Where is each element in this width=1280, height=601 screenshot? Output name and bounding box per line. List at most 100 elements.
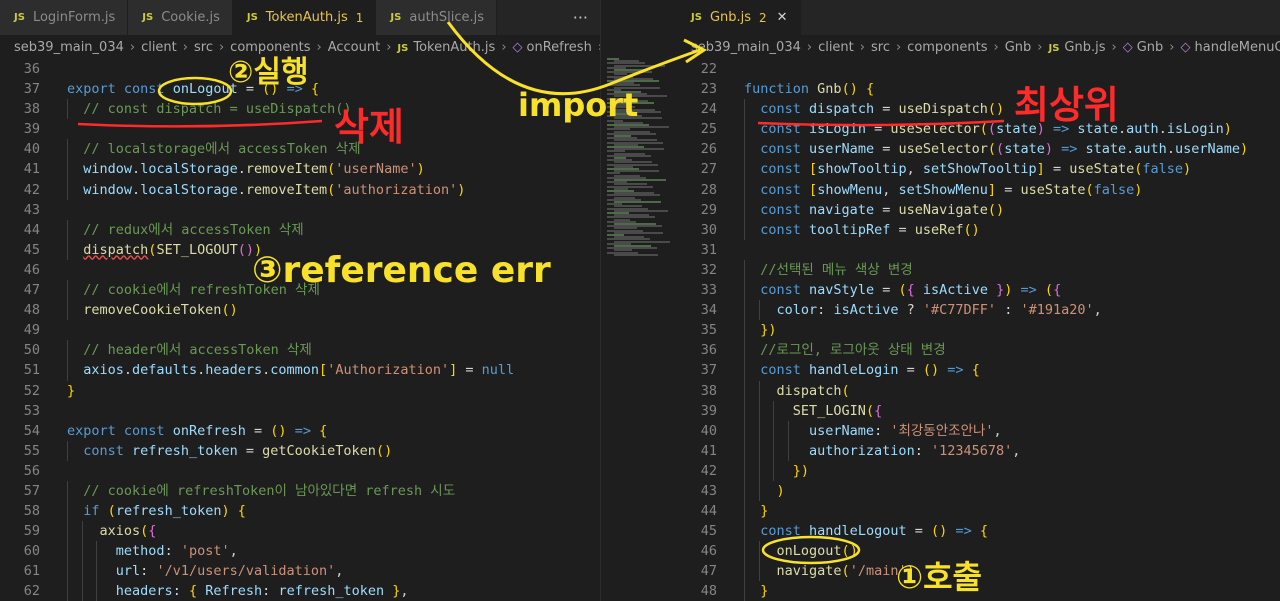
indent-guide (67, 179, 68, 200)
breadcrumb-item[interactable]: ◇ Gnb (1123, 40, 1164, 55)
code-line[interactable]: 45 const handleLogout = () => { (677, 521, 1280, 542)
code-line[interactable]: 43 (0, 200, 600, 220)
code-line[interactable]: 47 // cookie에서 refreshToken 삭제 (0, 280, 600, 301)
breadcrumb-item[interactable]: ◇ onRefresh (513, 40, 592, 55)
breadcrumb-item[interactable]: components (907, 40, 987, 55)
breadcrumb-item[interactable]: seb39_main_034 (14, 40, 124, 55)
code-line[interactable]: 61 url: '/v1/users/validation', (0, 561, 600, 582)
indent-guide (67, 219, 68, 240)
code-line[interactable]: 57 // cookie에 refreshToken이 남아있다면 refres… (0, 480, 600, 502)
code-line[interactable]: 40 userName: '최강동안조안나', (677, 420, 1280, 441)
code-line[interactable]: 55 const refresh_token = getCookieToken(… (0, 440, 600, 461)
code-line[interactable]: 56 (0, 461, 600, 481)
line-number: 46 (23, 261, 40, 278)
code-line[interactable]: 31 (677, 240, 1280, 260)
chevron-right-icon: › (501, 39, 507, 55)
code-line[interactable]: 48 } (677, 581, 1280, 601)
breadcrumb-item[interactable]: components (230, 40, 310, 55)
line-number: 36 (23, 61, 40, 77)
code-line[interactable]: 36 (0, 59, 600, 79)
code-line[interactable]: 33 const navStyle = ({ isActive }) => ({ (677, 280, 1280, 301)
editor-tab[interactable]: JS authSlice.js (376, 0, 498, 35)
breadcrumb-item[interactable]: client (141, 40, 177, 55)
code-line[interactable]: 22 (677, 59, 1280, 79)
code-line[interactable]: 43 ) (677, 480, 1280, 502)
code-line[interactable]: 47 navigate('/main') (677, 561, 1280, 582)
code-line[interactable]: 53 (0, 401, 600, 421)
more-actions-icon[interactable]: ··· (560, 0, 600, 35)
code-line[interactable]: 45 dispatch(SET_LOGOUT()) (0, 239, 600, 260)
code-line[interactable]: 50 // header에서 accessToken 삭제 (0, 340, 600, 361)
minimap[interactable] (600, 0, 678, 601)
code-line[interactable]: 54 export const onRefresh = () => { (0, 421, 600, 441)
code-line[interactable]: 30 const tooltipRef = useRef() (677, 219, 1280, 240)
code-line[interactable]: 27 const [showTooltip, setShowTooltip] =… (677, 159, 1280, 180)
code-line[interactable]: 24 const dispatch = useDispatch() (677, 99, 1280, 120)
indent-guide (81, 561, 83, 582)
code-line[interactable]: 29 const navigate = useNavigate() (677, 199, 1280, 220)
code-line[interactable]: 36 //로그인, 로그아웃 상태 변경 (677, 340, 1280, 361)
line-number: 45 (700, 523, 717, 540)
code-line[interactable]: 42 }) (677, 460, 1280, 481)
code-line[interactable]: 60 method: 'post', (0, 541, 600, 562)
code-line[interactable]: 46 (0, 260, 600, 280)
close-icon[interactable]: ✕ (777, 10, 788, 25)
line-number: 34 (700, 302, 717, 319)
code-line[interactable]: 23 function Gnb() { (677, 79, 1280, 99)
breadcrumb-item[interactable]: client (818, 40, 854, 55)
chevron-right-icon: › (1037, 39, 1043, 55)
editor-tab[interactable]: JS TokenAuth.js 1 (232, 0, 377, 35)
code-line[interactable]: 59 axios({ (0, 521, 600, 542)
code-line[interactable]: 62 headers: { Refresh: refresh_token }, (0, 581, 600, 601)
breadcrumb-item[interactable]: Account (328, 40, 381, 55)
code-line[interactable]: 38 dispatch( (677, 380, 1280, 401)
code-line[interactable]: 40 // localstorage에서 accessToken 삭제 (0, 139, 600, 160)
code-line[interactable]: 26 const userName = useSelector((state) … (677, 139, 1280, 160)
code-line[interactable]: 46 onLogout() (677, 541, 1280, 562)
breadcrumb-item[interactable]: Gnb (1005, 40, 1032, 55)
code-line[interactable]: 48 removeCookieToken() (0, 300, 600, 321)
code-line[interactable]: 39 SET_LOGIN({ (677, 400, 1280, 421)
code-text: const userName = useSelector((state) => … (760, 141, 1249, 158)
right-code-area[interactable]: 22 23 function Gnb() {24 const dispatch = … (677, 59, 1280, 601)
tab-label: authSlice.js (409, 10, 485, 25)
code-line[interactable]: 37 export const onLogout = () => { (0, 79, 600, 99)
indent-guide (744, 420, 745, 441)
code-line[interactable]: 32 //선택된 메뉴 색상 변경 (677, 259, 1280, 281)
js-file-icon: JS (390, 12, 402, 23)
editor-tab[interactable]: JS Gnb.js 2 ✕ (677, 0, 801, 35)
code-line[interactable]: 41 window.localStorage.removeItem('userN… (0, 159, 600, 180)
code-line[interactable]: 49 (0, 320, 600, 340)
breadcrumb-item[interactable]: src (194, 40, 213, 55)
code-line[interactable]: 25 const isLogin = useSelector((state) =… (677, 119, 1280, 140)
code-line[interactable]: 44 } (677, 501, 1280, 522)
breadcrumb-item[interactable]: JS TokenAuth.js (397, 40, 495, 55)
indent-guide (67, 280, 68, 301)
breadcrumb-item[interactable]: seb39_main_034 (691, 40, 801, 55)
code-text: navigate('/main') (776, 563, 915, 580)
code-text: dispatch(SET_LOGOUT()) (83, 241, 263, 258)
line-number: 27 (700, 161, 717, 178)
breadcrumb-item[interactable]: src (871, 40, 890, 55)
code-line[interactable]: 52} (0, 381, 600, 401)
code-line[interactable]: 37 const handleLogin = () => { (677, 360, 1280, 381)
code-line[interactable]: 42 window.localStorage.removeItem('autho… (0, 179, 600, 200)
code-line[interactable]: 58 if (refresh_token) { (0, 501, 600, 522)
line-number: 38 (700, 382, 717, 399)
code-line[interactable]: 41 authorization: '12345678', (677, 440, 1280, 461)
code-text: function Gnb() { (744, 81, 875, 98)
code-line[interactable]: 38 // const dispatch = useDispatch() (0, 99, 600, 120)
code-line[interactable]: 44 // redux에서 accessToken 삭제 (0, 219, 600, 240)
breadcrumb-item[interactable]: ◇ handleMenuC (1181, 40, 1280, 55)
code-line[interactable]: 35 }) (677, 320, 1280, 341)
code-line[interactable]: 28 const [showMenu, setShowMenu] = useSt… (677, 179, 1280, 200)
editor-tab[interactable]: JS LoginForm.js (0, 0, 129, 35)
code-line[interactable]: 39 (0, 119, 600, 139)
code-text: method: 'post', (115, 543, 238, 560)
code-line[interactable]: 34 color: isActive ? '#C77DFF' : '#191a2… (677, 300, 1280, 321)
js-file-icon: JS (142, 12, 154, 23)
editor-tab[interactable]: JS Cookie.js (128, 0, 233, 35)
code-line[interactable]: 51 axios.defaults.headers.common['Author… (0, 360, 600, 381)
breadcrumb-item[interactable]: JS Gnb.js (1048, 40, 1105, 55)
left-code-area[interactable]: 36 37 export const onLogout = () => {38 //… (0, 59, 600, 601)
